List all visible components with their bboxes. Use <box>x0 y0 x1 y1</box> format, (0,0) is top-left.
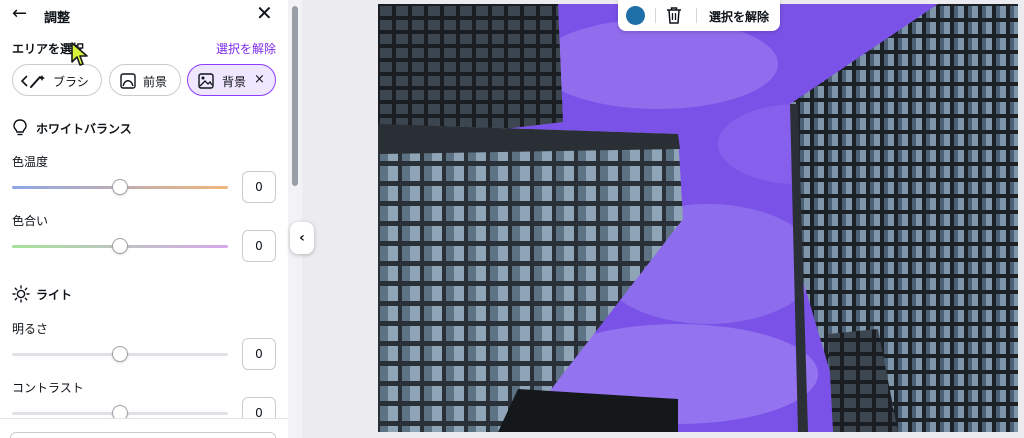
panel-title: 調整 <box>44 11 71 26</box>
brightness-label: 明るさ <box>12 322 49 336</box>
foreground-chip[interactable]: 前景 <box>109 64 181 96</box>
mouse-cursor-icon <box>71 42 88 66</box>
brush-icon <box>21 75 45 88</box>
brightness-value-field[interactable]: 0 <box>242 338 276 370</box>
white-balance-title: ホワイトバランス <box>36 122 132 136</box>
foreground-icon <box>120 73 136 89</box>
scrollbar-thumb[interactable] <box>292 6 298 186</box>
trash-icon[interactable] <box>666 6 682 24</box>
chevron-left-icon[interactable]: ‹ <box>290 222 314 254</box>
footer-field[interactable] <box>10 432 276 438</box>
background-chip[interactable]: 背景 × <box>187 64 276 96</box>
canvas-photo[interactable] <box>378 4 1018 432</box>
light-title: ライト <box>36 288 73 302</box>
close-icon[interactable]: ✕ <box>256 3 273 23</box>
tint-value-field[interactable]: 0 <box>242 230 276 262</box>
foreground-chip-label: 前景 <box>143 75 168 89</box>
temperature-slider-thumb[interactable] <box>112 179 128 195</box>
arrow-left-icon[interactable]: ← <box>12 5 27 23</box>
panel-footer <box>0 418 288 438</box>
panel-scrollbar[interactable] <box>288 0 302 438</box>
background-icon <box>198 73 214 89</box>
panel-header: ← 調整 ✕ <box>0 0 288 30</box>
deselect-link[interactable]: 選択を解除 <box>216 40 276 57</box>
tint-slider-thumb[interactable] <box>112 238 128 254</box>
bulb-icon <box>13 119 27 136</box>
adjust-panel: ← 調整 ✕ エリアを選択 選択を解除 ブラシ 前景 背景 × ホワイトバランス… <box>0 0 288 438</box>
background-chip-label: 背景 <box>222 75 247 89</box>
brush-chip[interactable]: ブラシ <box>12 64 102 96</box>
sun-icon <box>12 285 30 303</box>
tint-label: 色合い <box>12 214 49 228</box>
remove-chip-icon[interactable]: × <box>254 72 265 87</box>
brush-chip-label: ブラシ <box>53 75 89 89</box>
contrast-label: コントラスト <box>12 381 84 395</box>
toolbar-deselect-button[interactable]: 選択を解除 <box>709 8 769 25</box>
brightness-slider-thumb[interactable] <box>112 346 128 362</box>
buildings-photo <box>378 4 1018 432</box>
selection-toolbar: 選択を解除 <box>618 0 780 31</box>
temperature-value-field[interactable]: 0 <box>242 171 276 203</box>
color-swatch[interactable] <box>626 6 645 25</box>
temperature-label: 色温度 <box>12 155 49 169</box>
toolbar-divider <box>696 8 697 23</box>
toolbar-divider <box>655 8 656 23</box>
